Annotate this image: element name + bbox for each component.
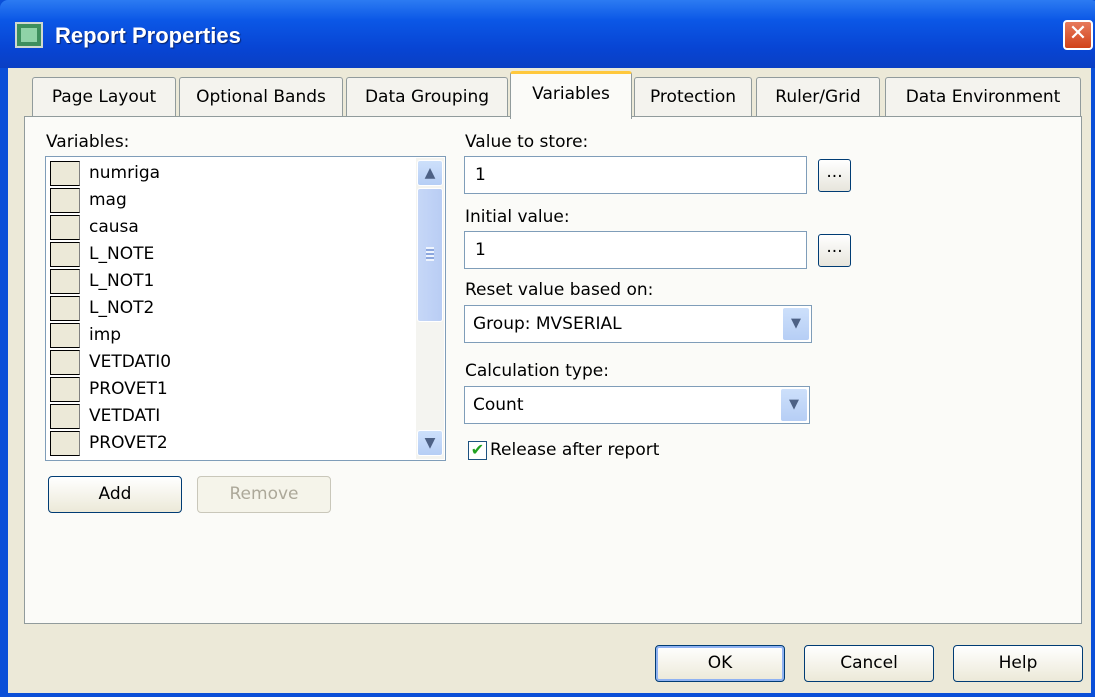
drag-handle[interactable]: [50, 377, 80, 402]
value-to-store-browse-button[interactable]: ...: [818, 159, 851, 192]
value-to-store-input[interactable]: 1: [464, 156, 807, 194]
tab-optional-bands[interactable]: Optional Bands: [179, 77, 343, 117]
variable-name: PROVET2: [89, 433, 168, 453]
dropdown-button[interactable]: ▼: [782, 307, 810, 341]
list-item[interactable]: PROVET2: [50, 431, 410, 458]
list-item[interactable]: imp: [50, 323, 410, 350]
tab-ruler-grid[interactable]: Ruler/Grid: [756, 77, 880, 117]
selected-value: Count: [473, 395, 524, 415]
add-button[interactable]: Add: [48, 476, 182, 513]
variable-name: L_NOT1: [89, 271, 155, 291]
tab-label: Ruler/Grid: [775, 87, 861, 107]
chevron-down-icon: ▼: [789, 397, 799, 412]
list-item[interactable]: causa: [50, 215, 410, 242]
tab-variables[interactable]: Variables: [510, 71, 632, 119]
scroll-thumb[interactable]: [417, 188, 443, 322]
button-label: Add: [98, 484, 132, 504]
drag-handle[interactable]: [50, 404, 80, 429]
reset-based-on-label: Reset value based on:: [465, 280, 654, 300]
drag-handle[interactable]: [50, 269, 80, 294]
release-after-report-checkbox[interactable]: ✔: [468, 441, 487, 460]
reset-based-on-select[interactable]: Group: MVSERIAL ▼: [464, 305, 812, 343]
tab-page-layout[interactable]: Page Layout: [32, 77, 176, 117]
variables-list[interactable]: numriga mag causa L_NOTE L_NOT1 L_NOT2 i…: [45, 156, 446, 461]
button-label: Cancel: [840, 653, 898, 673]
tab-label: Page Layout: [51, 87, 157, 107]
list-scrollbar[interactable]: ▲ ▼: [416, 158, 444, 459]
ellipsis-icon: ...: [826, 162, 843, 182]
title-bar[interactable]: Report Properties ✕: [0, 0, 1095, 68]
variable-name: VETDATI0: [89, 352, 172, 372]
release-after-report-label[interactable]: Release after report: [490, 440, 659, 460]
tab-label: Variables: [532, 84, 610, 104]
list-item[interactable]: PROVET1: [50, 377, 410, 404]
scroll-up-button[interactable]: ▲: [417, 160, 443, 186]
list-item[interactable]: VETDATI0: [50, 350, 410, 377]
variable-name: VETDATI: [89, 406, 161, 426]
report-icon: [15, 22, 43, 48]
tab-data-environment[interactable]: Data Environment: [885, 77, 1081, 117]
dropdown-button[interactable]: ▼: [780, 388, 808, 422]
list-item[interactable]: L_NOT2: [50, 296, 410, 323]
cancel-button[interactable]: Cancel: [804, 645, 934, 682]
drag-handle[interactable]: [50, 161, 80, 186]
calculation-type-select[interactable]: Count ▼: [464, 386, 810, 424]
list-item[interactable]: L_NOT1: [50, 269, 410, 296]
drag-handle[interactable]: [50, 431, 80, 456]
calculation-type-label: Calculation type:: [465, 361, 609, 381]
button-label: Help: [998, 653, 1038, 673]
drag-handle[interactable]: [50, 215, 80, 240]
list-item[interactable]: numriga: [50, 161, 410, 188]
variable-name: PROVET1: [89, 379, 168, 399]
drag-handle[interactable]: [50, 188, 80, 213]
chevron-up-icon: ▲: [424, 165, 436, 181]
list-item[interactable]: mag: [50, 188, 410, 215]
ok-button[interactable]: OK: [655, 645, 785, 682]
initial-value-label: Initial value:: [465, 207, 570, 227]
drag-handle[interactable]: [50, 323, 80, 348]
drag-handle[interactable]: [50, 350, 80, 375]
tab-protection[interactable]: Protection: [634, 77, 752, 117]
close-icon: ✕: [1068, 21, 1088, 46]
list-item[interactable]: L_NOTE: [50, 242, 410, 269]
drag-handle[interactable]: [50, 242, 80, 267]
value-to-store-label: Value to store:: [465, 132, 589, 152]
variables-label: Variables:: [46, 132, 130, 152]
chevron-down-icon: ▼: [424, 435, 436, 451]
chevron-down-icon: ▼: [791, 316, 801, 331]
tab-label: Protection: [649, 87, 736, 107]
variable-name: causa: [89, 217, 139, 237]
remove-button[interactable]: Remove: [197, 476, 331, 513]
initial-value-browse-button[interactable]: ...: [818, 234, 851, 267]
tab-label: Optional Bands: [196, 87, 326, 107]
tab-label: Data Environment: [905, 87, 1061, 107]
tab-data-grouping[interactable]: Data Grouping: [346, 77, 508, 117]
button-label: OK: [707, 653, 733, 673]
help-button[interactable]: Help: [953, 645, 1083, 682]
initial-value-input[interactable]: 1: [464, 231, 807, 269]
ellipsis-icon: ...: [826, 237, 843, 257]
close-button[interactable]: ✕: [1063, 20, 1093, 50]
variable-name: L_NOTE: [89, 244, 155, 264]
button-label: Remove: [229, 484, 299, 504]
variable-name: imp: [89, 325, 122, 345]
drag-handle[interactable]: [50, 296, 80, 321]
selected-value: Group: MVSERIAL: [473, 314, 622, 334]
checkmark-icon: ✔: [470, 440, 485, 459]
variable-name: numriga: [89, 163, 161, 183]
tab-label: Data Grouping: [364, 87, 490, 107]
variable-name: mag: [89, 190, 127, 210]
variable-name: L_NOT2: [89, 298, 155, 318]
dialog-title: Report Properties: [55, 23, 241, 48]
list-item[interactable]: VETDATI: [50, 404, 410, 431]
scroll-down-button[interactable]: ▼: [417, 430, 443, 456]
